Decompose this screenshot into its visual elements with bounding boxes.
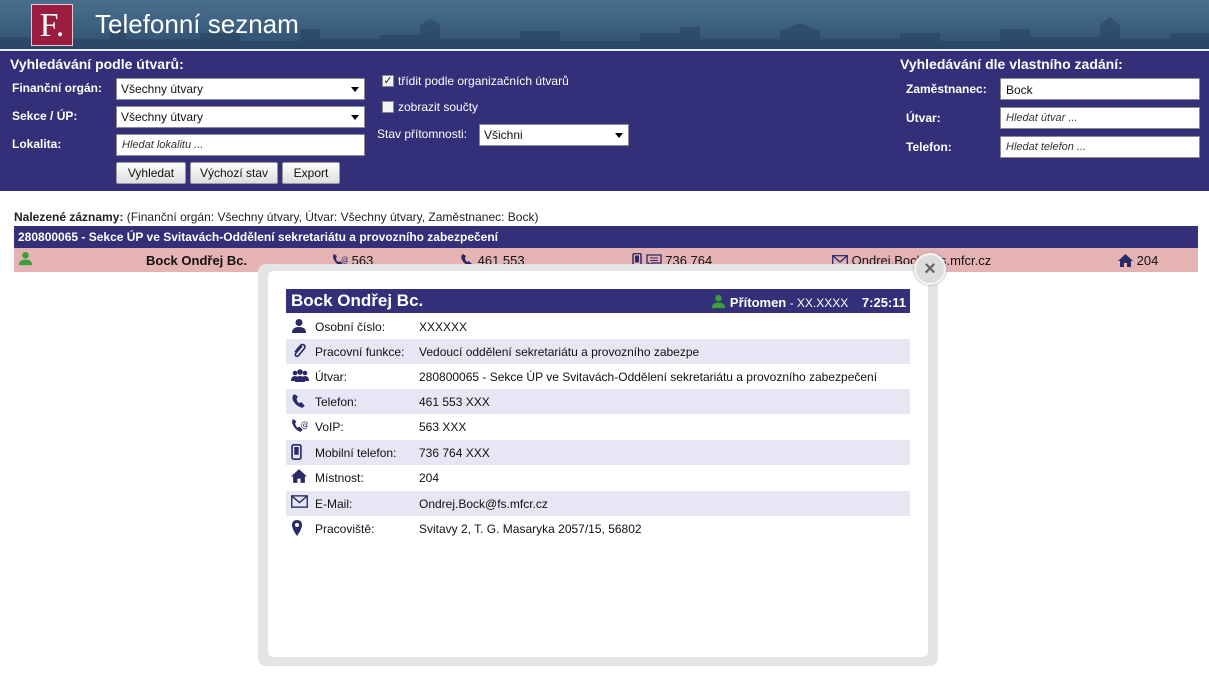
unit-input[interactable]: Hledat útvar ... — [1000, 107, 1200, 129]
presence-status: Přítomen - XX.XXXX 7:25:11 — [711, 294, 906, 312]
presence-select[interactable]: Všichni — [479, 124, 629, 146]
detail-row-mobile: Mobilní telefon: 736 764 XXX — [286, 440, 910, 465]
phone-icon — [291, 393, 307, 412]
financni-organ-value: Všechny útvary — [121, 82, 204, 96]
detail-value: XXXXXX — [419, 320, 468, 334]
lokalita-input[interactable]: Hledat lokalitu ... — [116, 134, 365, 156]
lokalita-label: Lokalita: — [12, 137, 62, 151]
app-title: Telefonní seznam — [95, 9, 299, 39]
detail-value: 204 — [419, 471, 440, 485]
found-filter: (Finanční orgán: Všechny útvary, Útvar: … — [126, 210, 539, 224]
app-logo: F. — [31, 4, 73, 46]
detail-label: E-Mail: — [315, 497, 353, 511]
svg-text:@: @ — [301, 421, 308, 431]
sekce-label: Sekce / ÚP: — [12, 109, 78, 123]
detail-row-email: E-Mail: Ondrej.Bock@fs.mfcr.cz — [286, 491, 910, 516]
detail-row-room: Místnost: 204 — [286, 465, 910, 490]
chevron-down-icon — [351, 87, 359, 92]
detail-label: Mobilní telefon: — [315, 446, 397, 460]
presence-time: 7:25:11 — [861, 295, 906, 310]
row-name[interactable]: Bock Ondřej Bc. — [146, 253, 247, 268]
detail-value: Vedoucí oddělení sekretariátu a provozní… — [419, 345, 700, 359]
group-icon — [291, 368, 309, 387]
person-icon — [291, 318, 307, 337]
chevron-down-icon — [615, 133, 623, 138]
mobile-icon — [291, 444, 302, 463]
unit-label: Útvar: — [906, 111, 941, 125]
detail-value: 563 XXX — [419, 420, 467, 434]
phone-input[interactable]: Hledat telefon ... — [1000, 136, 1200, 158]
detail-label: Pracovní funkce: — [315, 345, 405, 359]
found-label: Nalezené záznamy: — [14, 210, 124, 224]
detail-email-link[interactable]: Ondrej.Bock@fs.mfcr.cz — [419, 497, 548, 511]
close-button[interactable]: × — [914, 253, 946, 285]
show-totals-checkbox[interactable] — [382, 101, 394, 113]
detail-label: Telefon: — [315, 395, 358, 409]
location-pin-icon — [291, 520, 303, 539]
presence-label: Stav přítomnosti: — [377, 127, 468, 141]
show-totals-label: zobrazit součty — [398, 100, 479, 114]
detail-header: Bock Ondřej Bc. Přítomen - XX.XXXX 7:25:… — [286, 289, 910, 313]
search-panel: Vyhledávání podle útvarů: Finanční orgán… — [0, 51, 1209, 191]
envelope-icon — [291, 495, 308, 511]
presence-status-suffix: - XX.XXXX — [786, 296, 849, 310]
sekce-select[interactable]: Všechny útvary — [116, 106, 365, 128]
sort-by-units-label: třídit podle organizačních útvarů — [398, 74, 569, 88]
app-header: F. Telefonní seznam — [0, 0, 1209, 49]
detail-value: 736 764 XXX — [419, 446, 490, 460]
reset-button[interactable]: Výchozí stav — [190, 162, 278, 184]
person-present-icon — [711, 294, 726, 312]
row-room: 204 — [1136, 253, 1159, 268]
employee-label: Zaměstnanec: — [906, 82, 987, 96]
detail-row-personal-number: Osobní číslo: XXXXXX — [286, 314, 910, 339]
home-icon — [291, 469, 307, 486]
detail-label: Osobní číslo: — [315, 320, 386, 334]
detail-label: Útvar: — [315, 370, 348, 384]
chevron-down-icon — [351, 115, 359, 120]
custom-search-title: Vyhledávání dle vlastního zadání: — [900, 56, 1123, 72]
detail-label: VoIP: — [315, 420, 344, 434]
unit-search-title: Vyhledávání podle útvarů: — [10, 56, 184, 72]
found-records: Nalezené záznamy: (Finanční orgán: Všech… — [14, 210, 538, 224]
home-icon — [1118, 254, 1133, 270]
detail-row-workplace: Pracoviště: Svitavy 2, T. G. Masaryka 20… — [286, 516, 910, 541]
sort-by-units-checkbox[interactable]: ✓ — [382, 75, 394, 87]
sekce-value: Všechny útvary — [121, 110, 204, 124]
voip-icon: @ — [291, 418, 309, 436]
detail-label: Místnost: — [315, 471, 364, 485]
detail-row-voip: @ VoIP: 563 XXX — [286, 414, 910, 439]
employee-input[interactable]: Bock — [1000, 78, 1200, 100]
detail-row-job-function: Pracovní funkce: Vedoucí oddělení sekret… — [286, 339, 910, 364]
financni-organ-label: Finanční orgán: — [12, 81, 102, 95]
detail-row-phone: Telefon: 461 553 XXX — [286, 389, 910, 414]
detail-value: Svitavy 2, T. G. Masaryka 2057/15, 56802 — [419, 522, 642, 536]
financni-organ-select[interactable]: Všechny útvary — [116, 78, 365, 100]
svg-text:@: @ — [341, 255, 348, 264]
phone-label: Telefon: — [906, 140, 952, 154]
detail-name: Bock Ondřej Bc. — [291, 291, 424, 310]
detail-value: 461 553 XXX — [419, 395, 490, 409]
person-present-icon — [18, 251, 33, 269]
detail-label: Pracoviště: — [315, 522, 375, 536]
detail-row-unit: Útvar: 280800065 - Sekce ÚP ve Svitavách… — [286, 364, 910, 389]
presence-value: Všichni — [484, 128, 523, 142]
paperclip-icon — [291, 343, 307, 362]
unit-group-header: 280800065 - Sekce ÚP ve Svitavách-Odděle… — [14, 226, 1198, 248]
export-button[interactable]: Export — [282, 162, 340, 184]
presence-status-text: Přítomen — [729, 295, 787, 310]
search-button[interactable]: Vyhledat — [116, 162, 186, 184]
detail-value: 280800065 - Sekce ÚP ve Svitavách-Odděle… — [419, 370, 878, 384]
